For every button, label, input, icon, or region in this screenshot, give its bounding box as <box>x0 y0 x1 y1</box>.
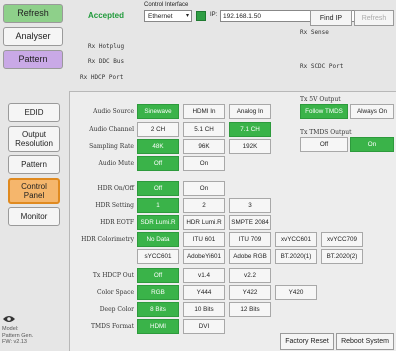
pattern-tab-button[interactable]: Pattern <box>8 155 60 174</box>
rx-sense-label: Rx Sense <box>300 29 329 36</box>
rx-hotplug-label: Rx Hotplug <box>88 43 125 50</box>
analyser-button[interactable]: Analyser <box>3 27 63 46</box>
rx-scdc-port-label: Rx SCDC Port <box>300 63 344 70</box>
tx-hdcp-out-label: Tx HDCP Out <box>92 272 134 279</box>
find-ip-button[interactable]: Find IP <box>310 10 352 26</box>
hdr-setting-1[interactable]: 1 <box>137 198 179 213</box>
hdr-colorimetry-label: HDR Colorimetry <box>81 236 134 243</box>
colorimetry-adobe-rgb[interactable]: Adobe RGB <box>229 249 271 264</box>
hdr-eotf-label: HDR EOTF <box>100 219 134 226</box>
tx-hdcp-v22[interactable]: v2.2 <box>229 268 271 283</box>
refresh-small-button[interactable]: Refresh <box>354 10 394 26</box>
color-space-label: Color Space <box>97 289 134 296</box>
rx-hdcp-port-label: Rx HDCP Port <box>80 74 124 81</box>
tx-hdcp-off[interactable]: Off <box>137 268 179 283</box>
output-resolution-button[interactable]: Output Resolution <box>8 126 60 152</box>
audio-mute-label: Audio Mute <box>98 160 134 167</box>
hdr-setting-3[interactable]: 3 <box>229 198 271 213</box>
color-space-y422[interactable]: Y422 <box>229 285 271 300</box>
sampling-rate-48k[interactable]: 48K <box>137 139 179 154</box>
colorimetry-no-data[interactable]: No Data <box>137 232 179 247</box>
rx-ddc-bus-label: Rx DDC Bus <box>88 58 125 65</box>
tx-tmds-output-title: Tx TMDS Output <box>300 129 352 136</box>
ip-label: IP: <box>210 12 218 18</box>
reboot-system-button[interactable]: Reboot System <box>336 333 394 350</box>
tx-tmds-off[interactable]: Off <box>300 137 348 152</box>
audio-channel-2ch[interactable]: 2 CH <box>137 122 179 137</box>
audio-channel-label: Audio Channel <box>89 126 134 133</box>
tx-5v-follow-tmds[interactable]: Follow TMDS <box>300 104 348 119</box>
audio-mute-on[interactable]: On <box>183 156 225 171</box>
colorimetry-itu709[interactable]: ITU 709 <box>229 232 271 247</box>
control-panel-button[interactable]: Control Panel <box>8 178 60 204</box>
tx-5v-output-title: Tx 5V Output <box>300 96 341 103</box>
colorimetry-adobeyi601[interactable]: AdobeYi601 <box>183 249 225 264</box>
chevron-down-icon: ▾ <box>185 13 189 19</box>
hdr-on[interactable]: On <box>183 181 225 196</box>
color-space-y444[interactable]: Y444 <box>183 285 225 300</box>
deep-color-12bit[interactable]: 12 Bits <box>229 302 271 317</box>
deep-color-8bit[interactable]: 8 Bits <box>137 302 179 317</box>
audio-source-sinewave[interactable]: Sinewave <box>137 104 179 119</box>
firmware-version: FW: v2.13 <box>2 339 27 345</box>
hdr-eotf-smpte[interactable]: SMPTE 2084 <box>229 215 271 230</box>
interface-select-value: Ethernet <box>148 13 173 20</box>
factory-reset-button[interactable]: Factory Reset <box>280 333 334 350</box>
hdr-eotf-sdr[interactable]: SDR Lumi.R <box>137 215 179 230</box>
tmds-format-hdmi[interactable]: HDMI <box>137 319 179 334</box>
sampling-rate-96k[interactable]: 96K <box>183 139 225 154</box>
audio-source-analog-in[interactable]: Analog In <box>229 104 271 119</box>
tmds-format-dvi[interactable]: DVI <box>183 319 225 334</box>
hdr-off[interactable]: Off <box>137 181 179 196</box>
audio-source-label: Audio Source <box>93 108 134 115</box>
edid-button[interactable]: EDID <box>8 103 60 122</box>
interface-select[interactable]: Ethernet ▾ <box>144 10 192 22</box>
connection-indicator <box>196 11 206 21</box>
deep-color-label: Deep Color <box>99 306 134 313</box>
audio-channel-71ch[interactable]: 7.1 CH <box>229 122 271 137</box>
pattern-button[interactable]: Pattern <box>3 50 63 69</box>
audio-mute-off[interactable]: Off <box>137 156 179 171</box>
hdr-onoff-label: HDR On/Off <box>97 185 134 192</box>
eye-icon <box>3 315 15 323</box>
sampling-rate-192k[interactable]: 192K <box>229 139 271 154</box>
tx-5v-always-on[interactable]: Always On <box>350 104 394 119</box>
tmds-format-label: TMDS Format <box>91 323 134 330</box>
sampling-rate-label: Sampling Rate <box>89 143 134 150</box>
tx-hdcp-v14[interactable]: v1.4 <box>183 268 225 283</box>
hdr-setting-2[interactable]: 2 <box>183 198 225 213</box>
colorimetry-bt2020-1[interactable]: BT.2020(1) <box>275 249 317 264</box>
audio-channel-51ch[interactable]: 5.1 CH <box>183 122 225 137</box>
accepted-status: Accepted <box>88 11 125 20</box>
colorimetry-bt2020-2[interactable]: BT.2020(2) <box>321 249 363 264</box>
hdr-setting-label: HDR Setting <box>95 202 134 209</box>
monitor-button[interactable]: Monitor <box>8 207 60 226</box>
deep-color-10bit[interactable]: 10 Bits <box>183 302 225 317</box>
refresh-button[interactable]: Refresh <box>3 4 63 23</box>
colorimetry-sycc601[interactable]: sYCC601 <box>137 249 179 264</box>
hdr-eotf-hdr[interactable]: HDR Lumi.R <box>183 215 225 230</box>
color-space-y420[interactable]: Y420 <box>275 285 317 300</box>
model-info: Model: Pattern Gen. FW: v2.13 <box>2 326 33 346</box>
color-space-rgb[interactable]: RGB <box>137 285 179 300</box>
colorimetry-itu601[interactable]: ITU 601 <box>183 232 225 247</box>
audio-source-hdmi-in[interactable]: HDMI In <box>183 104 225 119</box>
colorimetry-xvycc601[interactable]: xvYCC601 <box>275 232 317 247</box>
control-interface-title: Control Interface <box>144 2 189 8</box>
tx-tmds-on[interactable]: On <box>350 137 394 152</box>
colorimetry-xvycc709[interactable]: xvYCC709 <box>321 232 363 247</box>
